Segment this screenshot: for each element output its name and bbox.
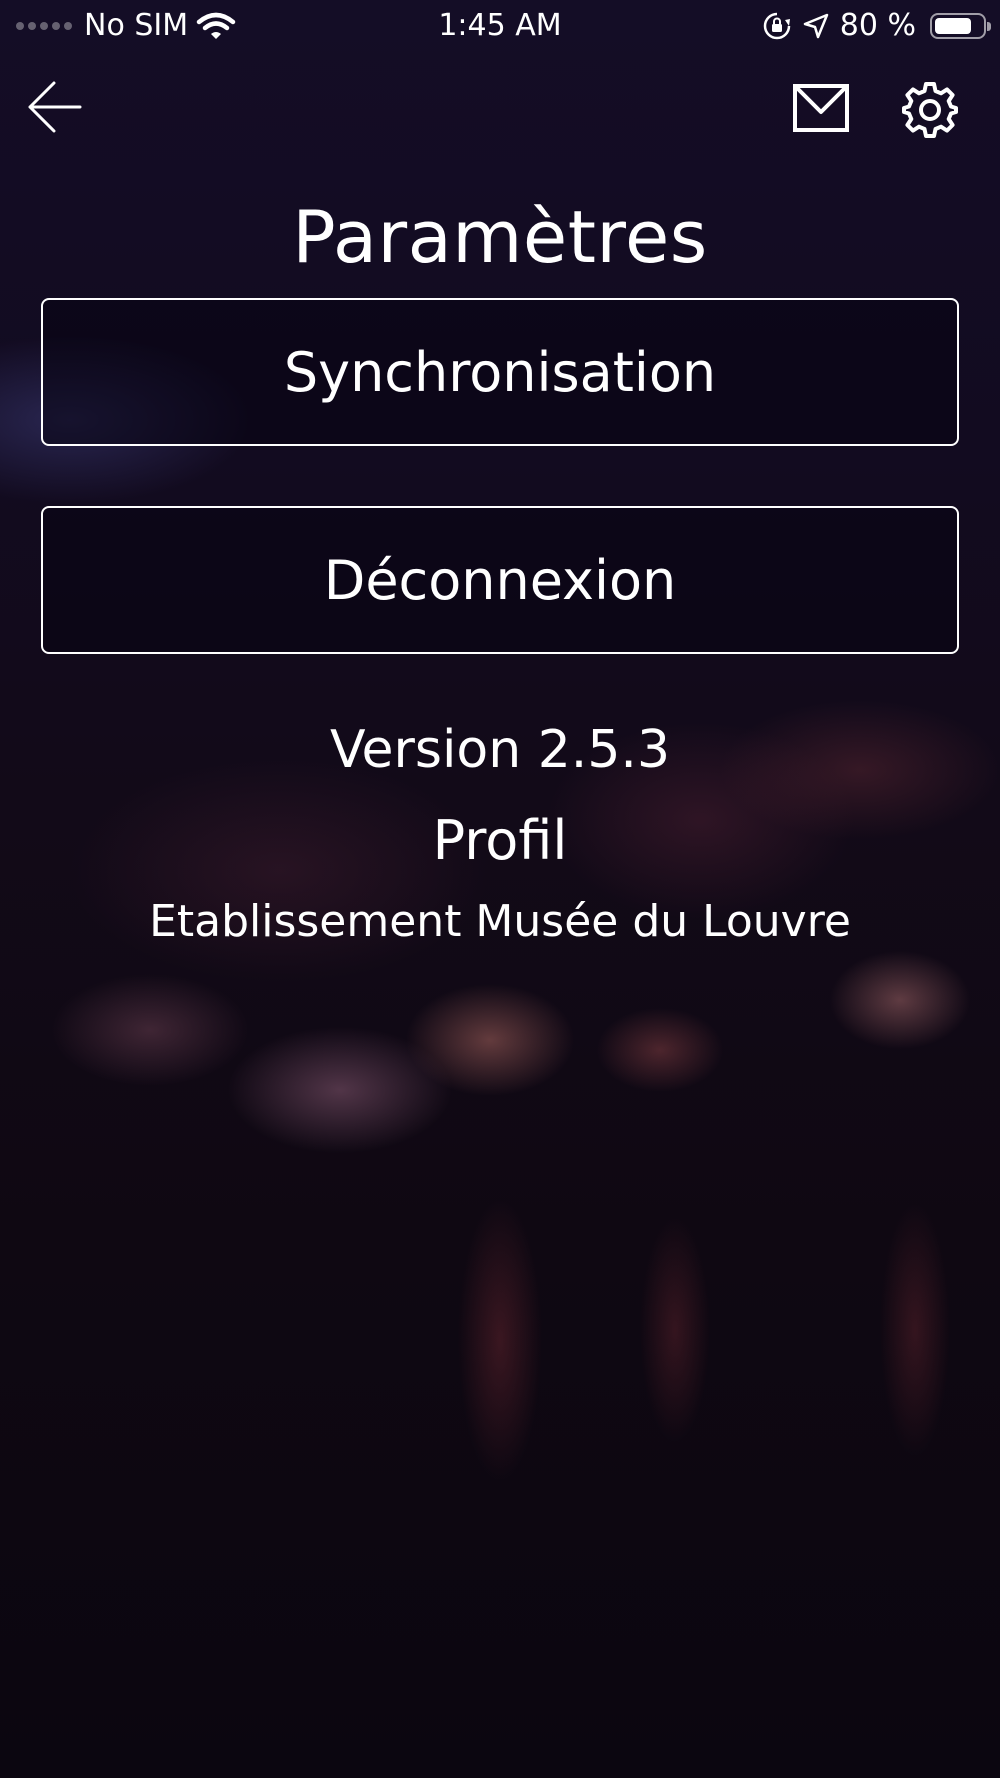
sync-button[interactable]: Synchronisation (41, 298, 959, 446)
gear-icon (902, 82, 958, 138)
battery-percent: 80 % (839, 8, 916, 43)
profile-value: Etablissement Musée du Louvre (149, 896, 851, 947)
settings-button[interactable] (900, 80, 960, 140)
back-button[interactable] (24, 76, 86, 138)
status-bar: No SIM 1:45 AM 80 % (0, 0, 1000, 52)
status-right: 80 % (762, 8, 991, 43)
rotation-lock-icon (763, 12, 791, 39)
battery-icon (930, 12, 991, 39)
mail-button[interactable] (790, 82, 852, 134)
page-title: Paramètres (292, 195, 708, 279)
arrow-left-icon (28, 81, 82, 133)
profile-label: Profil (432, 809, 568, 872)
app-version: Version 2.5.3 (329, 720, 671, 780)
battery-fill (935, 17, 971, 34)
envelope-icon (793, 84, 849, 132)
location-arrow-icon (803, 13, 829, 38)
logout-button[interactable]: Déconnexion (41, 506, 959, 654)
